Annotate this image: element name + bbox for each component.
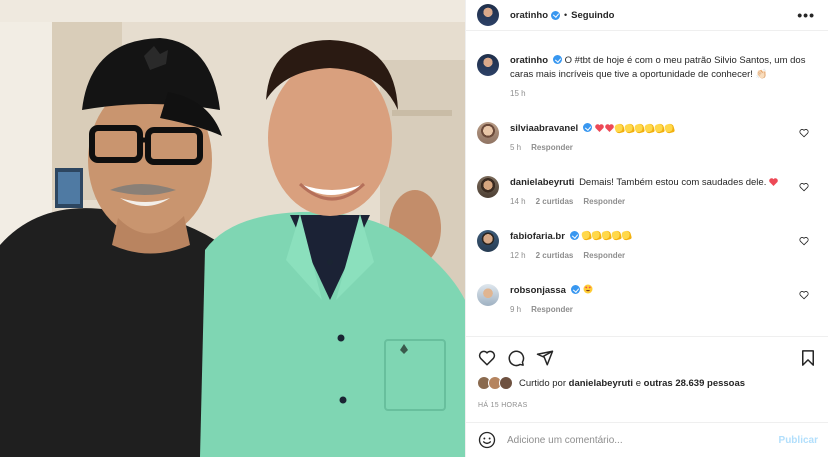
emoji-icon[interactable] <box>478 431 496 449</box>
clapping-hands-emoji-icon <box>613 122 625 135</box>
comment-text-block: silviaabravanel <box>510 122 815 136</box>
comment-meta: 9 h Responder <box>510 305 815 314</box>
comment-text-block: robsonjassa <box>510 284 815 298</box>
photo-illustration <box>0 0 465 457</box>
caption-username[interactable]: oratinho <box>510 55 548 66</box>
caption-age: 15 h <box>510 89 526 98</box>
likes-user[interactable]: danielabeyruti <box>569 378 633 389</box>
comment-username[interactable]: danielabeyruti <box>510 177 574 188</box>
likes-summary[interactable]: Curtido por danielabeyruti e outras 28.6… <box>477 376 745 390</box>
caption-meta: 15 h <box>510 89 815 98</box>
comment-avatar[interactable] <box>477 230 499 252</box>
more-options-icon[interactable]: ••• <box>797 8 815 22</box>
likes-others[interactable]: outras 28.639 pessoas <box>644 378 745 389</box>
red-heart-emoji-icon <box>604 124 614 132</box>
post-timestamp[interactable]: HÁ 15 HORAS <box>478 402 528 409</box>
comments-list[interactable]: oratinho O #tbt de hoje é com o meu patr… <box>466 31 828 336</box>
comment-like-heart-icon[interactable] <box>799 290 809 300</box>
clapping-hands-emoji-icon <box>623 122 635 135</box>
comment-like-heart-icon[interactable] <box>799 182 809 192</box>
likes-middle: e <box>635 377 641 389</box>
reply-button[interactable]: Responder <box>583 251 625 260</box>
comment-age: 9 h <box>510 305 522 314</box>
action-bar <box>466 336 828 376</box>
comment-text-block: danielabeyruti Demais! Também estou com … <box>510 176 815 190</box>
comment-avatar[interactable] <box>477 176 499 198</box>
publish-button[interactable]: Publicar <box>779 435 818 446</box>
clapping-hands-emoji-icon <box>600 229 612 242</box>
post-header: oratinho • Seguindo ••• <box>466 0 828 31</box>
following-button[interactable]: Seguindo <box>571 10 614 21</box>
bookmark-icon[interactable] <box>799 349 817 367</box>
liker-avatar <box>499 376 513 390</box>
red-heart-emoji-icon <box>769 178 778 186</box>
comment-avatar[interactable] <box>477 122 499 144</box>
reply-button[interactable]: Responder <box>531 305 573 314</box>
separator-dot: • <box>564 10 568 20</box>
caption-text-block: oratinho O #tbt de hoje é com o meu patr… <box>510 54 815 82</box>
liker-avatars <box>477 376 515 390</box>
clapping-hands-emoji-icon <box>580 229 592 242</box>
comment-item: robsonjassa 9 h Responder <box>477 284 817 314</box>
comment-emojis <box>580 229 632 242</box>
comment-text: Demais! Também estou com saudades dele. <box>579 177 767 188</box>
comment-meta: 12 h 2 curtidas Responder <box>510 251 815 260</box>
clapping-hands-emoji-icon <box>643 122 655 135</box>
reply-button[interactable]: Responder <box>531 143 573 152</box>
comment-icon[interactable] <box>507 349 525 367</box>
comment-input[interactable]: Adicione um comentário... <box>507 435 767 446</box>
comment-avatar[interactable] <box>477 284 499 306</box>
verified-badge-icon <box>569 231 579 240</box>
clapping-hands-emoji-icon <box>653 122 665 135</box>
verified-badge-icon <box>553 55 562 64</box>
comment-likes-count[interactable]: 2 curtidas <box>536 251 574 260</box>
post-photo[interactable] <box>0 0 465 457</box>
comment-age: 14 h <box>510 197 526 206</box>
verified-badge-icon <box>551 10 560 20</box>
clapping-hands-emoji-icon <box>590 229 602 242</box>
post-sidebar: oratinho • Seguindo ••• oratinho O #tbt … <box>465 0 828 457</box>
clapping-hands-emoji-icon <box>610 229 622 242</box>
comment-age: 12 h <box>510 251 526 260</box>
heart-eyes-emoji-icon <box>583 284 593 294</box>
clapping-hands-emoji-icon <box>663 122 675 135</box>
clapping-hands-emoji-icon <box>620 229 632 242</box>
comment-item: fabiofaria.br 12 h 2 curtidas Responder <box>477 229 817 260</box>
share-icon[interactable] <box>536 349 554 367</box>
heart-outline-icon[interactable] <box>478 349 496 367</box>
comment-username[interactable]: robsonjassa <box>510 285 566 296</box>
caption: oratinho O #tbt de hoje é com o meu patr… <box>477 54 817 98</box>
caption-avatar[interactable] <box>477 54 499 76</box>
comment-meta: 14 h 2 curtidas Responder <box>510 197 815 206</box>
comment-username[interactable]: fabiofaria.br <box>510 231 565 242</box>
clapping-hands-emoji-icon <box>633 122 645 135</box>
comment-emojis <box>769 178 778 186</box>
reply-button[interactable]: Responder <box>583 197 625 206</box>
comment-text-block: fabiofaria.br <box>510 229 815 244</box>
author-username[interactable]: oratinho <box>510 10 548 21</box>
likes-prefix: Curtido por <box>519 377 566 389</box>
comment-like-heart-icon[interactable] <box>799 236 809 246</box>
verified-badge-icon <box>583 123 593 132</box>
verified-badge-icon <box>570 285 580 294</box>
comment-likes-count[interactable]: 2 curtidas <box>536 197 574 206</box>
comment-item: silviaabravanel 5 h Responder <box>477 122 817 152</box>
comment-emojis <box>594 122 675 135</box>
author-avatar[interactable] <box>477 4 499 26</box>
comment-like-heart-icon[interactable] <box>799 128 809 138</box>
comment-composer: Adicione um comentário... Publicar <box>466 422 828 457</box>
instagram-post-view: oratinho • Seguindo ••• oratinho O #tbt … <box>0 0 828 457</box>
comment-meta: 5 h Responder <box>510 143 815 152</box>
comment-item: danielabeyruti Demais! Também estou com … <box>477 176 817 206</box>
red-heart-emoji-icon <box>594 124 604 132</box>
comment-age: 5 h <box>510 143 522 152</box>
comment-username[interactable]: silviaabravanel <box>510 123 578 134</box>
